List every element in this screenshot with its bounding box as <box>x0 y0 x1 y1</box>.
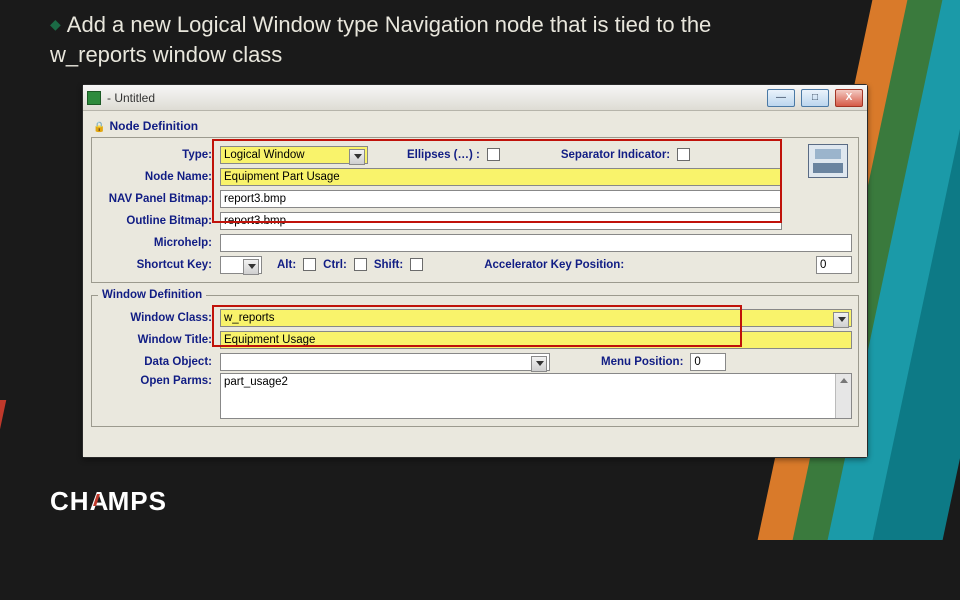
data-object-label: Data Object: <box>98 356 216 368</box>
shortcut-key-label: Shortcut Key: <box>98 259 216 271</box>
type-dropdown[interactable]: Logical Window <box>220 146 368 164</box>
node-definition-window: - Untitled — □ X Node Definition Type: L… <box>82 84 868 458</box>
type-label: Type: <box>98 149 216 161</box>
scrollbar[interactable] <box>835 374 851 418</box>
menu-position-field[interactable]: 0 <box>690 353 726 371</box>
separator-label: Separator Indicator: <box>558 149 673 161</box>
window-title-field[interactable]: Equipment Usage <box>220 331 852 349</box>
bullet-diamond-icon: ◆ <box>50 15 61 34</box>
printer-icon[interactable] <box>808 144 848 178</box>
window-title-label: Window Title: <box>98 334 216 346</box>
node-definition-heading: Node Definition <box>91 115 859 137</box>
ellipses-label: Ellipses (…) : <box>404 149 483 161</box>
shift-checkbox[interactable] <box>410 258 423 271</box>
open-parms-label: Open Parms: <box>98 373 216 387</box>
champs-logo: CHMPS <box>50 488 167 514</box>
ctrl-label: Ctrl: <box>320 259 350 271</box>
shortcut-key-dropdown[interactable] <box>220 256 262 274</box>
maximize-button[interactable]: □ <box>801 89 829 107</box>
titlebar[interactable]: - Untitled — □ X <box>83 85 867 111</box>
node-definition-group: Type: Logical Window Ellipses (…) : Sepa… <box>91 137 859 283</box>
bullet-text: Add a new Logical Window type Navigation… <box>50 12 711 67</box>
outline-bitmap-label: Outline Bitmap: <box>98 215 216 227</box>
alt-checkbox[interactable] <box>303 258 316 271</box>
ellipses-checkbox[interactable] <box>487 148 500 161</box>
app-icon <box>87 91 101 105</box>
close-button[interactable]: X <box>835 89 863 107</box>
window-class-dropdown[interactable]: w_reports <box>220 309 852 327</box>
window-class-label: Window Class: <box>98 312 216 324</box>
slide-bullet: ◆Add a new Logical Window type Navigatio… <box>50 10 800 69</box>
microhelp-field[interactable] <box>220 234 852 252</box>
window-title: - Untitled <box>107 91 761 105</box>
window-body: Node Definition Type: Logical Window Ell… <box>83 111 867 457</box>
outline-bitmap-field[interactable]: report3.bmp <box>220 212 782 230</box>
node-name-label: Node Name: <box>98 171 216 183</box>
menu-position-label: Menu Position: <box>598 356 686 368</box>
alt-label: Alt: <box>274 259 299 271</box>
separator-checkbox[interactable] <box>677 148 690 161</box>
window-definition-group: Window Definition Window Class: w_report… <box>91 289 859 427</box>
accelerator-position-field[interactable]: 0 <box>816 256 852 274</box>
microhelp-label: Microhelp: <box>98 237 216 249</box>
accelerator-label: Accelerator Key Position: <box>481 259 627 271</box>
minimize-button[interactable]: — <box>767 89 795 107</box>
nav-bitmap-field[interactable]: report3.bmp <box>220 190 782 208</box>
ctrl-checkbox[interactable] <box>354 258 367 271</box>
nav-bitmap-label: NAV Panel Bitmap: <box>98 193 216 205</box>
node-name-field[interactable]: Equipment Part Usage <box>220 168 782 186</box>
data-object-dropdown[interactable] <box>220 353 550 371</box>
open-parms-textarea[interactable]: part_usage2 <box>220 373 852 419</box>
bg-stripe <box>0 400 6 600</box>
window-definition-legend: Window Definition <box>98 289 206 301</box>
shift-label: Shift: <box>371 259 406 271</box>
